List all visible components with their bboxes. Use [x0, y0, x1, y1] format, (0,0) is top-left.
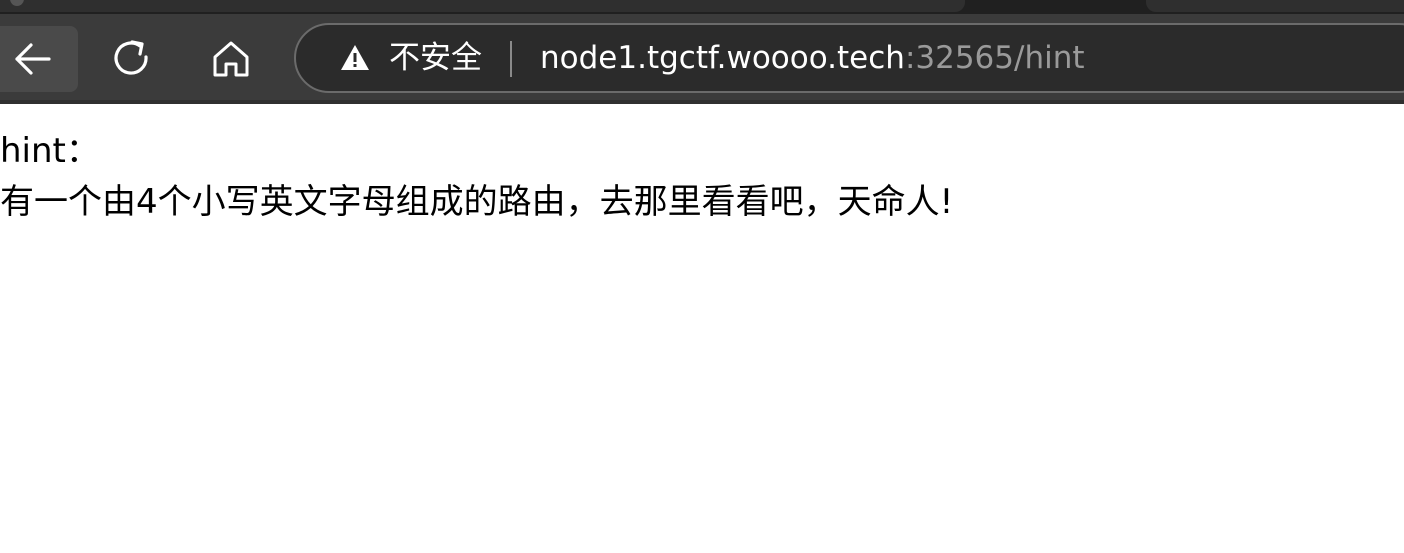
warning-triangle-icon — [341, 45, 369, 70]
toolbar-border — [0, 100, 1404, 104]
reload-button[interactable] — [99, 26, 165, 92]
address-bar[interactable]: 不安全 node1.tgctf.woooo.tech:32565/hint — [294, 23, 1404, 93]
tab-strip — [0, 0, 1404, 14]
reload-icon — [114, 40, 148, 75]
security-label[interactable]: 不安全 — [389, 25, 482, 91]
hint-message: 有一个由4个小写英文字母组成的路由，去那里看看吧，天命人! — [0, 182, 954, 222]
url-path: :32565/hint — [904, 40, 1085, 76]
hint-heading: hint： — [0, 131, 100, 171]
url-host: node1.tgctf.woooo.tech — [540, 40, 905, 76]
home-button[interactable] — [198, 26, 264, 92]
home-icon — [213, 41, 249, 77]
browser-tab[interactable] — [0, 0, 965, 12]
security-indicator[interactable] — [339, 25, 371, 91]
address-divider — [510, 41, 512, 77]
url-text[interactable]: node1.tgctf.woooo.tech:32565/hint — [540, 25, 1085, 91]
browser-toolbar: 不安全 node1.tgctf.woooo.tech:32565/hint — [0, 14, 1404, 104]
tab-favicon-icon — [10, 0, 24, 6]
back-button[interactable] — [0, 26, 78, 92]
browser-tab[interactable] — [1146, 0, 1404, 12]
page-content: hint： 有一个由4个小写英文字母组成的路由，去那里看看吧，天命人! — [0, 126, 1404, 228]
arrow-left-icon — [15, 43, 51, 75]
